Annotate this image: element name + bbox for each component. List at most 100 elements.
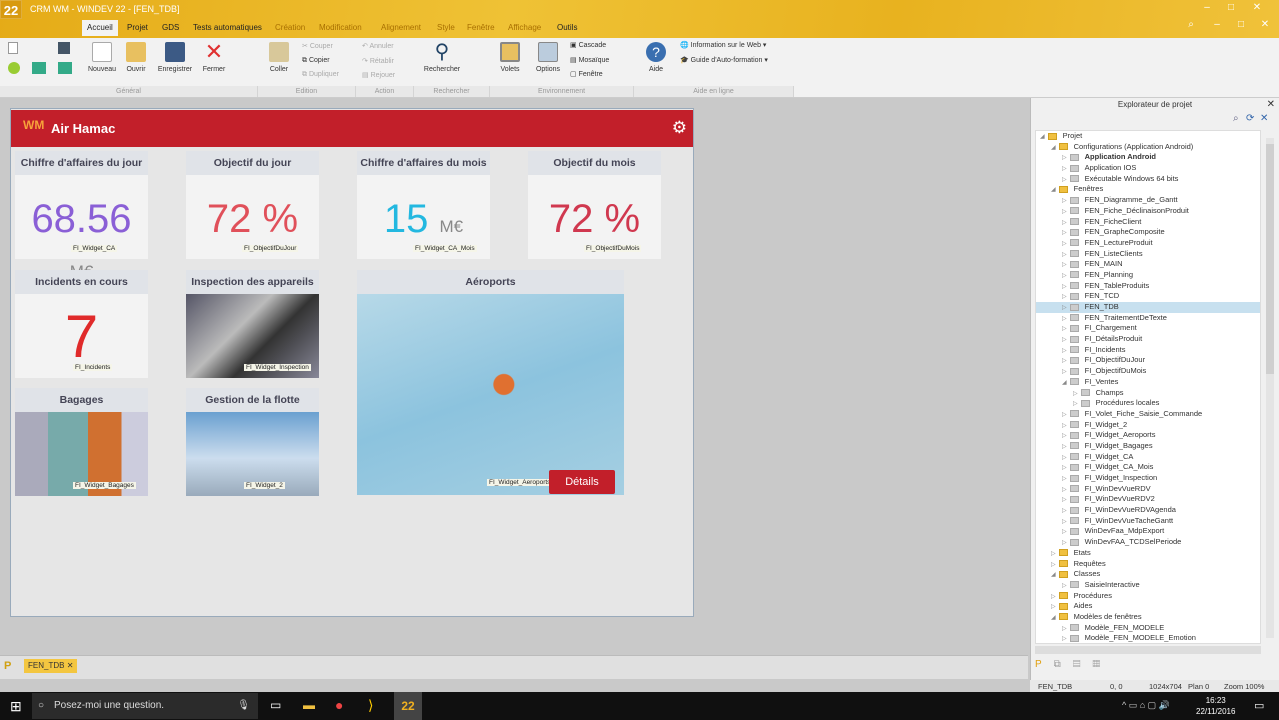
tree-item[interactable]: ▷ FEN_GrapheComposite xyxy=(1036,227,1260,238)
options-button[interactable]: Options xyxy=(532,42,564,73)
collapsed-arrow-icon[interactable]: ▷ xyxy=(1062,326,1067,332)
tab-alignement[interactable]: Alignement xyxy=(376,20,426,36)
file-icon[interactable]: ▤ xyxy=(1073,659,1093,670)
windows-start-icon[interactable]: ⊞ xyxy=(10,698,22,715)
tree-item[interactable]: ▷ Application Android xyxy=(1036,152,1260,163)
tree-item[interactable]: ▷ FEN_TraitementDeTexte xyxy=(1036,313,1260,324)
tree-item[interactable]: ◢ FI_Ventes xyxy=(1036,377,1260,388)
collapsed-arrow-icon[interactable]: ▷ xyxy=(1062,433,1067,439)
tree-item[interactable]: ▷ Exécutable Windows 64 bits xyxy=(1036,174,1260,185)
widget-card[interactable]: Chiffre d'affaires du mois 15 M€ FI_Widget… xyxy=(357,151,490,259)
collapsed-arrow-icon[interactable]: ▷ xyxy=(1062,337,1067,343)
tree-item[interactable]: ▷ FEN_ListeClients xyxy=(1036,249,1260,260)
doc-restore-button[interactable]: □ xyxy=(1230,19,1252,33)
enregistrer-button[interactable]: Enregistrer xyxy=(155,42,195,73)
expanded-arrow-icon[interactable]: ◢ xyxy=(1040,134,1045,140)
tools-icon[interactable]: ✕ xyxy=(1260,113,1268,124)
widget-card[interactable]: Bagages FI_Widget_Bagages xyxy=(15,388,148,496)
collapsed-arrow-icon[interactable]: ▷ xyxy=(1062,444,1067,450)
tree-item[interactable]: ▷ FI_DétailsProduit xyxy=(1036,334,1260,345)
collapsed-arrow-icon[interactable]: ▷ xyxy=(1073,401,1078,407)
collapsed-arrow-icon[interactable]: ▷ xyxy=(1062,626,1067,632)
tree-item[interactable]: ▷ Etats xyxy=(1036,548,1260,559)
tree-item[interactable]: ◢ Fenêtres xyxy=(1036,184,1260,195)
tab-tests-automatiques[interactable]: Tests automatiques xyxy=(188,20,267,36)
collapsed-arrow-icon[interactable]: ▷ xyxy=(1051,562,1056,568)
collapsed-arrow-icon[interactable]: ▷ xyxy=(1051,594,1056,600)
minimize-button[interactable]: – xyxy=(1196,2,1218,16)
tree-item[interactable]: ▷ Procédures locales xyxy=(1036,398,1260,409)
tree-item[interactable]: ▷ FI_Chargement xyxy=(1036,323,1260,334)
collapsed-arrow-icon[interactable]: ▷ xyxy=(1062,529,1067,535)
coller-button[interactable]: Coller xyxy=(265,42,293,73)
tree-item[interactable]: ▷ FEN_LectureProduit xyxy=(1036,238,1260,249)
tree-item[interactable]: ▷ FEN_TableProduits xyxy=(1036,281,1260,292)
close-icon[interactable]: ✕ xyxy=(1267,99,1275,110)
module-icon[interactable]: ▦ xyxy=(1092,659,1112,670)
widget-card[interactable]: Gestion de la flotte FI_Widget_2 xyxy=(186,388,319,496)
tree-item[interactable]: ▷ FI_Widget_Inspection xyxy=(1036,473,1260,484)
clock[interactable]: 16:23 22/11/2016 xyxy=(1196,695,1235,717)
guide-button[interactable]: 🎓 Guide d'Auto-formation ▾ xyxy=(680,56,768,64)
tree-item[interactable]: ▷ FI_Widget_2 xyxy=(1036,420,1260,431)
mosaique-button[interactable]: ▤ Mosaïque xyxy=(570,56,609,64)
notifications-icon[interactable]: ▭ xyxy=(1254,699,1264,712)
collapsed-arrow-icon[interactable]: ▷ xyxy=(1062,252,1067,258)
doc-close-button[interactable]: ✕ xyxy=(1254,19,1276,33)
tree-item[interactable]: ▷ FEN_Diagramme_de_Gantt xyxy=(1036,195,1260,206)
collapsed-arrow-icon[interactable]: ▷ xyxy=(1062,583,1067,589)
file-explorer-icon[interactable]: ▬ xyxy=(303,698,315,712)
retablir-button[interactable]: ↷ Rétablir xyxy=(362,57,394,65)
expanded-arrow-icon[interactable]: ◢ xyxy=(1051,187,1056,193)
collapsed-arrow-icon[interactable]: ▷ xyxy=(1073,391,1078,397)
expanded-arrow-icon[interactable]: ◢ xyxy=(1051,572,1056,578)
new-file-icon[interactable] xyxy=(8,42,18,54)
tree-item[interactable]: ▷ Application IOS xyxy=(1036,163,1260,174)
tab-affichage[interactable]: Affichage xyxy=(503,20,546,36)
tree-item[interactable]: ▷ Modèle_FEN_MODELE_Emotion xyxy=(1036,633,1260,643)
collapsed-arrow-icon[interactable]: ▷ xyxy=(1062,508,1067,514)
tree-scrollbar[interactable] xyxy=(1266,138,1274,638)
expanded-arrow-icon[interactable]: ◢ xyxy=(1051,145,1056,151)
doc-minimize-button[interactable]: – xyxy=(1206,19,1228,33)
tree-item[interactable]: ▷ Aides xyxy=(1036,601,1260,612)
tree-item[interactable]: ▷ FEN_Fiche_DéclinaisonProduit xyxy=(1036,206,1260,217)
tree-item[interactable]: ▷ FI_ObjectifDuJour xyxy=(1036,355,1260,366)
collapsed-arrow-icon[interactable]: ▷ xyxy=(1062,198,1067,204)
collapsed-arrow-icon[interactable]: ▷ xyxy=(1062,636,1067,642)
rechercher-button[interactable]: ⚲ Rechercher xyxy=(420,42,464,73)
expanded-arrow-icon[interactable]: ◢ xyxy=(1062,380,1067,386)
collapsed-arrow-icon[interactable]: ▷ xyxy=(1062,476,1067,482)
project-icon[interactable]: P xyxy=(1035,659,1054,670)
task-view-icon[interactable]: ▭ xyxy=(270,698,281,712)
collapsed-arrow-icon[interactable]: ▷ xyxy=(1062,305,1067,311)
nouveau-button[interactable]: Nouveau xyxy=(86,42,118,73)
tab-gds[interactable]: GDS xyxy=(157,20,184,36)
widget-card[interactable]: Objectif du mois 72 % FI_ObjectifDuMois xyxy=(528,151,661,259)
close-button[interactable]: ✕ xyxy=(1246,2,1268,16)
collapsed-arrow-icon[interactable]: ▷ xyxy=(1062,284,1067,290)
collapsed-arrow-icon[interactable]: ▷ xyxy=(1062,273,1067,279)
search-icon[interactable]: ⌕ xyxy=(1233,113,1239,124)
window-designer[interactable]: WM Air Hamac ⚙ Chiffre d'affaires du jou… xyxy=(10,108,694,617)
collapsed-arrow-icon[interactable]: ▷ xyxy=(1062,487,1067,493)
tree-item[interactable]: ▷ SaisieInteractive xyxy=(1036,580,1260,591)
tab-outils[interactable]: Outils xyxy=(552,20,582,36)
aide-button[interactable]: ? Aide xyxy=(642,42,670,73)
collapsed-arrow-icon[interactable]: ▷ xyxy=(1062,241,1067,247)
tree-item[interactable]: ◢ Configurations (Application Android) xyxy=(1036,142,1260,153)
dupliquer-button[interactable]: ⧉ Dupliquer xyxy=(302,71,339,79)
copier-button[interactable]: ⧉ Copier xyxy=(302,57,330,65)
tree-item[interactable]: ▷ FEN_TDB xyxy=(1036,302,1260,313)
tree-item[interactable]: ▷ FI_WinDevVueRDV xyxy=(1036,484,1260,495)
android-icon[interactable] xyxy=(8,62,20,74)
widget-card[interactable]: Incidents en cours 7 FI_Incidents xyxy=(15,270,148,378)
tree-item[interactable]: ▷ Procédures xyxy=(1036,591,1260,602)
tree-item[interactable]: ◢ Projet xyxy=(1036,131,1260,142)
tree-item[interactable]: ◢ Classes xyxy=(1036,569,1260,580)
window-icon[interactable] xyxy=(32,62,46,74)
collapsed-arrow-icon[interactable]: ▷ xyxy=(1062,465,1067,471)
collapsed-arrow-icon[interactable]: ▷ xyxy=(1062,519,1067,525)
fermer-button[interactable]: ✕ Fermer xyxy=(200,41,228,74)
tree-item[interactable]: ▷ WinDevFaa_MdpExport xyxy=(1036,526,1260,537)
